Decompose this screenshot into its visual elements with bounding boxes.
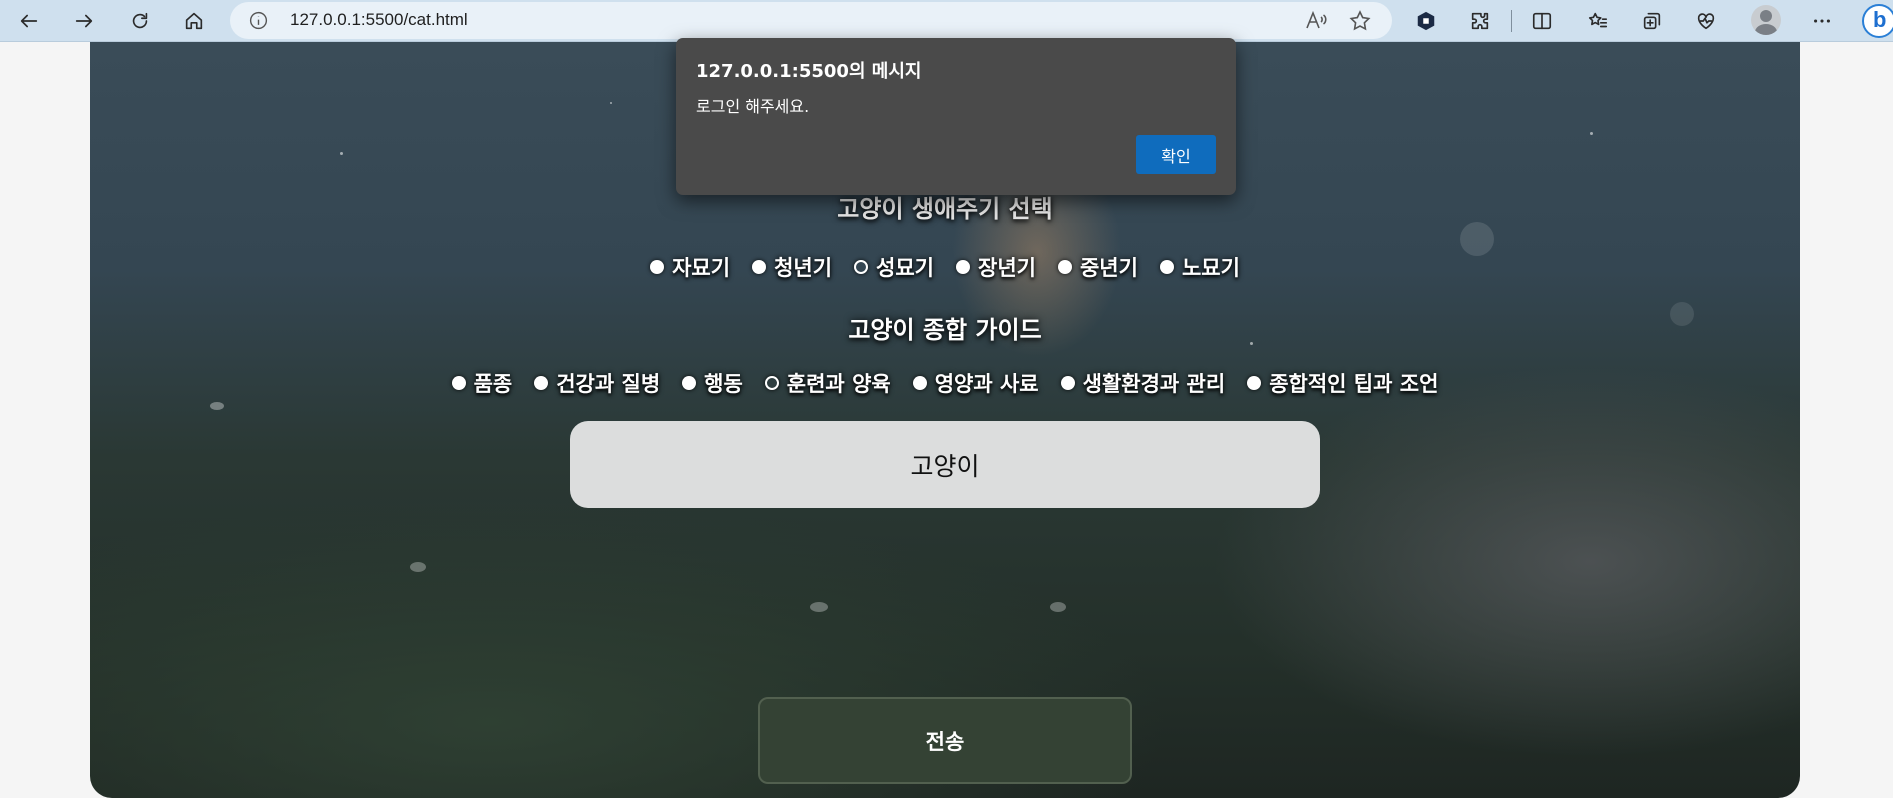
radio-button[interactable] xyxy=(956,260,970,274)
guide-option[interactable]: 행동 xyxy=(682,368,743,398)
extensions-button[interactable] xyxy=(1462,3,1498,39)
bokeh-speck xyxy=(340,152,343,155)
radio-label: 자묘기 xyxy=(672,256,731,280)
radio-label: 종합적인 팁과 조언 xyxy=(1269,372,1439,396)
home-button[interactable] xyxy=(176,3,212,39)
lifecycle-option[interactable]: 장년기 xyxy=(956,252,1036,282)
radio-button[interactable] xyxy=(854,260,869,274)
split-screen-icon xyxy=(1532,12,1552,30)
bokeh-speck xyxy=(1050,602,1066,612)
profile-avatar[interactable] xyxy=(1751,5,1781,35)
collections-button[interactable] xyxy=(1634,3,1670,39)
lifecycle-option[interactable]: 중년기 xyxy=(1057,252,1138,282)
lifecycle-option[interactable]: 노묘기 xyxy=(1159,252,1240,282)
guide-option[interactable]: 품종 xyxy=(451,368,513,398)
alert-message: 로그인 해주세요. xyxy=(696,97,810,116)
radio-button[interactable] xyxy=(451,376,466,390)
back-arrow-icon xyxy=(20,14,38,28)
refresh-icon xyxy=(132,12,148,29)
copilot-icon: b xyxy=(1873,7,1887,32)
radio-button[interactable] xyxy=(1060,376,1075,390)
alert-dialog: 127.0.0.1:5500의 메시지 로그인 해주세요. 확인 xyxy=(676,38,1236,195)
lifecycle-option[interactable]: 성묘기 xyxy=(854,252,934,282)
radio-label: 영양과 사료 xyxy=(934,372,1039,396)
guide-heading: 고양이 종합 가이드 xyxy=(848,316,1042,344)
back-button[interactable] xyxy=(11,3,47,39)
guide-option[interactable]: 생활환경과 관리 xyxy=(1060,368,1226,398)
radio-button[interactable] xyxy=(912,376,927,390)
copilot-button[interactable]: b xyxy=(1862,4,1893,38)
toolbar-divider xyxy=(1511,10,1512,32)
radio-button[interactable] xyxy=(1159,260,1174,274)
forward-arrow-icon xyxy=(75,14,93,28)
lifecycle-radio-group: 자묘기 청년기 성묘기 장년기 중년기 노묘기 xyxy=(90,252,1800,282)
radio-button[interactable] xyxy=(1247,376,1262,390)
radio-button[interactable] xyxy=(682,376,697,390)
guide-radio-group: 품종 건강과 질병 행동 훈련과 양육 영양과 사료 생활환경과 관리 종합적인… xyxy=(90,368,1800,398)
radio-button[interactable] xyxy=(764,376,779,390)
bokeh-speck xyxy=(610,102,612,104)
radio-label: 건강과 질병 xyxy=(556,372,661,396)
guide-option[interactable]: 훈련과 양육 xyxy=(764,368,891,398)
cat-text-field[interactable]: 고양이 xyxy=(570,421,1320,508)
refresh-button[interactable] xyxy=(122,3,158,39)
guide-option[interactable]: 영양과 사료 xyxy=(912,368,1039,398)
radio-label: 청년기 xyxy=(774,256,833,280)
lifecycle-option[interactable]: 청년기 xyxy=(752,252,832,282)
radio-button[interactable] xyxy=(1057,260,1072,274)
favorites-button[interactable] xyxy=(1580,3,1616,39)
guide-option[interactable]: 종합적인 팁과 조언 xyxy=(1247,368,1438,398)
address-bar[interactable]: 127.0.0.1:5500/cat.html xyxy=(230,2,1392,39)
radio-button[interactable] xyxy=(650,260,665,274)
bokeh-speck xyxy=(810,602,828,612)
radio-label: 품종 xyxy=(473,372,513,396)
submit-button[interactable]: 전송 xyxy=(758,697,1132,784)
more-menu-button[interactable] xyxy=(1804,3,1840,39)
browser-toolbar: 127.0.0.1:5500/cat.html b xyxy=(0,0,1893,42)
bokeh-speck xyxy=(410,562,426,572)
bokeh-speck xyxy=(210,402,224,410)
radio-label: 행동 xyxy=(704,372,743,396)
radio-label: 장년기 xyxy=(978,256,1036,280)
split-screen-button[interactable] xyxy=(1524,3,1560,39)
extension-hex-icon xyxy=(1417,11,1435,31)
radio-button[interactable] xyxy=(752,260,767,274)
browser-essentials-button[interactable] xyxy=(1688,3,1724,39)
heart-pulse-icon xyxy=(1697,13,1715,30)
forward-button[interactable] xyxy=(66,3,102,39)
collections-icon xyxy=(1643,12,1661,30)
bokeh-speck xyxy=(1590,132,1593,135)
site-info-icon[interactable] xyxy=(248,10,269,31)
bokeh-speck xyxy=(1460,222,1494,256)
radio-button[interactable] xyxy=(534,376,549,390)
alert-ok-button[interactable]: 확인 xyxy=(1136,135,1216,174)
radio-label: 성묘기 xyxy=(876,256,934,280)
radio-label: 훈련과 양육 xyxy=(786,372,891,396)
radio-label: 노묘기 xyxy=(1181,256,1240,280)
lifecycle-option[interactable]: 자묘기 xyxy=(650,252,730,282)
alert-title: 127.0.0.1:5500의 메시지 xyxy=(696,61,922,82)
favorite-star-icon[interactable] xyxy=(1348,9,1372,33)
guide-option[interactable]: 건강과 질병 xyxy=(534,368,660,398)
read-aloud-icon[interactable] xyxy=(1304,9,1328,33)
extension-button[interactable] xyxy=(1408,3,1444,39)
home-icon xyxy=(185,12,203,30)
favorites-list-icon xyxy=(1588,12,1608,28)
puzzle-icon xyxy=(1471,12,1489,30)
radio-label: 중년기 xyxy=(1079,256,1138,280)
radio-label: 생활환경과 관리 xyxy=(1082,372,1226,396)
more-dots-icon xyxy=(1814,19,1830,23)
address-url[interactable]: 127.0.0.1:5500/cat.html xyxy=(290,10,468,30)
